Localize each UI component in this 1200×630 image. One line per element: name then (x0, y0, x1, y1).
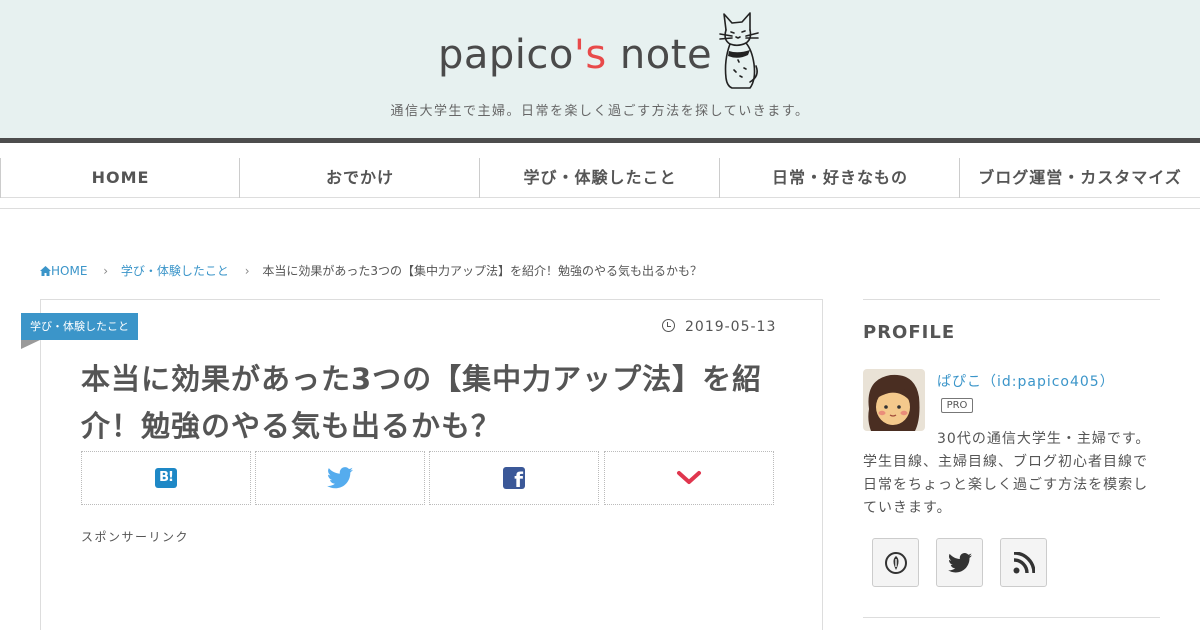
logo-text-end: note (606, 32, 713, 78)
breadcrumb-current: 本当に効果があった3つの【集中力アップ法】を紹介！勉強のやる気も出るかも？ (262, 264, 702, 278)
share-more-button[interactable] (604, 451, 774, 505)
rss-icon (1013, 551, 1035, 573)
feedly-icon (884, 551, 907, 574)
breadcrumb-home-label: HOME (51, 264, 88, 278)
profile-name-link[interactable]: ぱぴこ（id:papico405） (937, 371, 1115, 391)
nav-item-nichijou[interactable]: 日常・好きなもの (719, 158, 960, 198)
breadcrumb-category[interactable]: 学び・体験したこと (121, 264, 229, 278)
share-twitter-button[interactable] (255, 451, 425, 505)
nav-item-home[interactable]: HOME (0, 158, 240, 198)
post-date: 2019-05-13 (662, 319, 776, 335)
avatar[interactable] (863, 369, 925, 431)
breadcrumb-home[interactable]: HOME (40, 264, 91, 278)
nav-item-blog[interactable]: ブログ運営・カスタマイズ (959, 158, 1200, 198)
logo-text-main: papico (438, 32, 574, 78)
pro-badge: PRO (941, 398, 973, 413)
home-icon (40, 266, 51, 276)
breadcrumb: HOME › 学び・体験したこと › 本当に効果があった3つの【集中力アップ法】… (40, 262, 702, 282)
twitter-bird-icon (947, 552, 972, 572)
facebook-icon-glyph: f (514, 468, 523, 489)
logo-text-accent: 's (573, 32, 607, 78)
cat-illustration-icon (719, 12, 759, 89)
hatena-bookmark-icon: B! (155, 468, 177, 488)
share-facebook-button[interactable]: f (429, 451, 599, 505)
rss-button[interactable] (1000, 538, 1047, 587)
global-nav: HOME おでかけ 学び・体験したこと 日常・好きなもの ブログ運営・カスタマイ… (0, 158, 1200, 198)
profile-heading: PROFILE (863, 322, 956, 343)
category-label-fold (21, 340, 40, 349)
site-header: papico's note 通信大学生で主婦。日常を楽しく過ごす方法を探していき… (0, 0, 1200, 138)
clock-icon (662, 319, 675, 332)
share-hatena-button[interactable]: B! (81, 451, 251, 505)
post-title: 本当に効果があった3つの【集中力アップ法】を紹介！勉強のやる気も出るかも？ (81, 362, 763, 443)
twitter-bird-icon (327, 467, 353, 489)
site-logo[interactable]: papico's note (438, 32, 712, 78)
feedly-button[interactable] (872, 538, 919, 587)
nav-item-odekake[interactable]: おでかけ (239, 158, 480, 198)
nav-item-manabi[interactable]: 学び・体験したこと (479, 158, 720, 198)
facebook-icon: f (503, 467, 525, 489)
breadcrumb-separator-icon: › (103, 264, 109, 278)
category-label[interactable]: 学び・体験したこと (21, 313, 138, 340)
sidebar-divider (863, 299, 1160, 300)
sponsor-label: スポンサーリンク (81, 530, 190, 544)
breadcrumb-separator-icon: › (244, 264, 250, 278)
nav-bottom-divider (0, 208, 1200, 209)
site-tagline: 通信大学生で主婦。日常を楽しく過ごす方法を探していきます。 (390, 104, 810, 119)
sidebar-divider (863, 617, 1160, 618)
chevron-down-icon (677, 471, 701, 484)
post-date-text: 2019-05-13 (685, 319, 777, 335)
twitter-follow-button[interactable] (936, 538, 983, 587)
header-divider (0, 138, 1200, 143)
profile-description: 30代の通信大学生・主婦です。学生目線、主婦目線、ブログ初心者目線で日常をちょっ… (863, 431, 1151, 516)
